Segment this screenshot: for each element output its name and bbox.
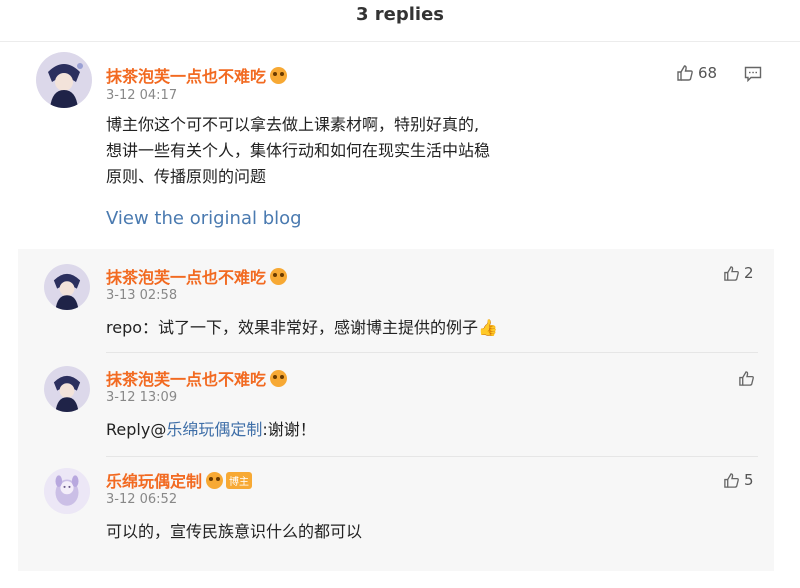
avatar[interactable]	[44, 366, 90, 412]
comment-icon[interactable]	[744, 66, 762, 82]
timestamp: 3-12 13:09	[106, 390, 178, 405]
reply-body: :谢谢！	[262, 420, 316, 439]
view-original-blog-link[interactable]: View the original blog	[106, 208, 302, 229]
like-count: 68	[698, 64, 718, 82]
username[interactable]: 抹茶泡芙一点也不难吃	[106, 264, 288, 288]
like-button[interactable]	[738, 370, 755, 387]
username[interactable]: 乐绵玩偶定制 博主	[106, 468, 253, 492]
comment-line-2: 想讲一些有关个人，集体行动和如何在现实生活中站稳	[106, 141, 491, 160]
like-count: 5	[744, 471, 754, 489]
divider	[106, 456, 758, 457]
like-button[interactable]: 2	[723, 264, 754, 282]
username-text[interactable]: 抹茶泡芙一点也不难吃	[106, 268, 266, 287]
like-count: 2	[744, 264, 754, 282]
replies-header: 3 replies	[0, 0, 800, 42]
avatar[interactable]	[44, 468, 90, 514]
like-button[interactable]: 68	[676, 64, 717, 82]
vip-icon	[270, 268, 288, 285]
reply-text: Reply@乐绵玩偶定制:谢谢！	[106, 417, 316, 443]
divider	[106, 352, 758, 353]
vip-icon	[270, 67, 288, 84]
reply-text: repo：试了一下，效果非常好，感谢博主提供的例子👍	[106, 318, 498, 337]
page-title: 3 replies	[355, 4, 445, 25]
avatar[interactable]	[36, 52, 92, 108]
vip-icon	[270, 370, 288, 387]
like-button[interactable]: 5	[723, 471, 754, 489]
thumbs-up-icon	[739, 371, 754, 386]
username-text[interactable]: 乐绵玩偶定制	[106, 472, 202, 491]
reply-prefix: Reply@	[106, 420, 167, 439]
thumbs-up-icon	[724, 265, 739, 281]
timestamp: 3-12 04:17	[106, 88, 178, 103]
username[interactable]: 抹茶泡芙一点也不难吃	[106, 366, 288, 390]
comment-line-3: 原则、传播原则的问题	[106, 167, 267, 186]
reply-text: 可以的，宣传民族意识什么的都可以	[106, 522, 363, 541]
timestamp: 3-13 02:58	[106, 288, 178, 303]
thumbs-up-icon	[724, 472, 739, 488]
avatar[interactable]	[44, 264, 90, 310]
username[interactable]: 抹茶泡芙一点也不难吃	[106, 63, 288, 87]
mention-link[interactable]: 乐绵玩偶定制	[166, 420, 262, 439]
username-text[interactable]: 抹茶泡芙一点也不难吃	[106, 67, 266, 86]
timestamp: 3-12 06:52	[106, 492, 178, 507]
author-badge: 博主	[226, 472, 253, 489]
comment-line-1: 博主你这个可不可以拿去做上课素材啊，特别好真的,	[106, 115, 480, 134]
username-text[interactable]: 抹茶泡芙一点也不难吃	[106, 370, 266, 389]
thumbs-up-icon	[677, 65, 693, 81]
vip-icon	[206, 472, 224, 489]
